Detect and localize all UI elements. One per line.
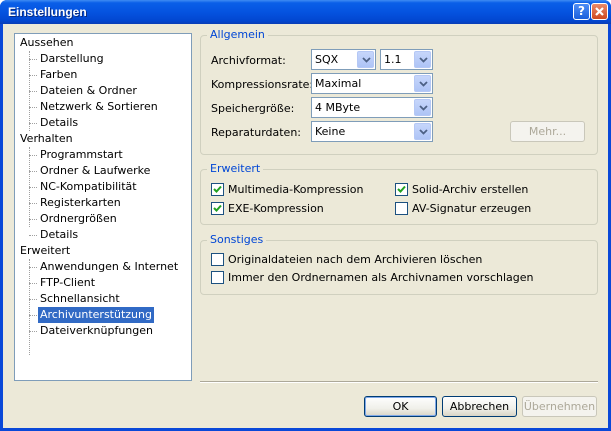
- kompression-select[interactable]: Maximal: [311, 73, 433, 94]
- settings-tree[interactable]: Aussehen Darstellung Farben Dateien & Or…: [14, 33, 192, 381]
- ok-button[interactable]: OK: [364, 396, 437, 417]
- group-allgemein-title: Allgemein: [207, 28, 268, 41]
- speicher-label: Speichergröße:: [211, 102, 295, 115]
- solid-checkbox[interactable]: [395, 183, 408, 196]
- window-title: Einstellungen: [8, 5, 87, 19]
- version-select[interactable]: 1.1: [380, 49, 433, 70]
- tree-item-anwendungen-internet[interactable]: Anwendungen & Internet: [38, 259, 180, 275]
- group-sonstiges: Sonstiges: [200, 233, 598, 295]
- help-button[interactable]: ?: [573, 3, 590, 20]
- title-bar[interactable]: Einstellungen ?: [0, 0, 611, 24]
- chevron-down-icon[interactable]: [357, 51, 374, 68]
- tree-item-erweitert[interactable]: Erweitert: [18, 243, 72, 259]
- ordnername-checkbox[interactable]: [211, 271, 224, 284]
- speicher-select[interactable]: 4 MByte: [311, 97, 433, 118]
- speicher-value: 4 MByte: [315, 101, 361, 114]
- tree-item-registerkarten[interactable]: Registerkarten: [38, 195, 123, 211]
- tree-item-ordner-laufwerke[interactable]: Ordner & Laufwerke: [38, 163, 152, 179]
- chevron-down-icon[interactable]: [414, 51, 431, 68]
- solid-label[interactable]: Solid-Archiv erstellen: [412, 183, 528, 196]
- tree-item-programmstart[interactable]: Programmstart: [38, 147, 125, 163]
- loeschen-label[interactable]: Originaldateien nach dem Archivieren lös…: [228, 253, 482, 266]
- tree-item-aussehen[interactable]: Aussehen: [18, 35, 75, 51]
- chevron-down-icon[interactable]: [414, 123, 431, 140]
- checkmark-icon: [213, 185, 222, 193]
- kompression-label: Kompressionsrate:: [211, 78, 314, 91]
- tree-item-details-verhalten[interactable]: Details: [38, 227, 80, 243]
- chevron-down-icon[interactable]: [414, 75, 431, 92]
- tree-item-nc-kompatibilitaet[interactable]: NC-Kompatibilität: [38, 179, 139, 195]
- group-sonstiges-title: Sonstiges: [207, 233, 267, 246]
- exe-checkbox[interactable]: [211, 202, 224, 215]
- tree-item-details-aussehen[interactable]: Details: [38, 115, 80, 131]
- ordnername-label[interactable]: Immer den Ordnernamen als Archivnamen vo…: [228, 271, 534, 284]
- tree-item-farben[interactable]: Farben: [38, 67, 79, 83]
- archivformat-value: SQX: [315, 53, 339, 66]
- tree-item-dateien-ordner[interactable]: Dateien & Ordner: [38, 83, 139, 99]
- tree-item-netzwerk-sortieren[interactable]: Netzwerk & Sortieren: [38, 99, 160, 115]
- close-button[interactable]: [591, 3, 608, 20]
- tree-item-ordnergroessen[interactable]: Ordnergrößen: [38, 211, 119, 227]
- tree-item-archivunterstuetzung[interactable]: Archivunterstützung: [38, 307, 154, 323]
- dialog-window: Einstellungen ? Aussehen Darstellung Far…: [0, 0, 611, 431]
- reparatur-value: Keine: [315, 125, 346, 138]
- kompression-value: Maximal: [315, 77, 362, 90]
- archivformat-label: Archivformat:: [211, 54, 286, 67]
- checkmark-icon: [397, 185, 406, 193]
- av-label[interactable]: AV-Signatur erzeugen: [412, 202, 531, 215]
- archivformat-select[interactable]: SQX: [311, 49, 376, 70]
- chevron-down-icon[interactable]: [414, 99, 431, 116]
- tree-item-schnellansicht[interactable]: Schnellansicht: [38, 291, 122, 307]
- group-erweitert: Erweitert: [200, 162, 598, 225]
- av-checkbox[interactable]: [395, 202, 408, 215]
- multimedia-label[interactable]: Multimedia-Kompression: [228, 183, 363, 196]
- close-icon: [595, 7, 604, 16]
- mehr-button[interactable]: Mehr...: [510, 121, 585, 142]
- version-value: 1.1: [384, 53, 402, 66]
- tree-item-darstellung[interactable]: Darstellung: [38, 51, 106, 67]
- group-erweitert-title: Erweitert: [207, 162, 264, 175]
- abbrechen-button[interactable]: Abbrechen: [442, 396, 517, 417]
- tree-item-verhalten[interactable]: Verhalten: [18, 131, 75, 147]
- loeschen-checkbox[interactable]: [211, 253, 224, 266]
- footer-separator: [200, 381, 598, 383]
- exe-label[interactable]: EXE-Kompression: [228, 202, 324, 215]
- reparatur-label: Reparaturdaten:: [211, 126, 301, 139]
- tree-item-dateiverknuepfungen[interactable]: Dateiverknüpfungen: [38, 323, 155, 339]
- multimedia-checkbox[interactable]: [211, 183, 224, 196]
- uebernehmen-button[interactable]: Übernehmen: [522, 396, 597, 417]
- reparatur-select[interactable]: Keine: [311, 121, 433, 142]
- dialog-client-area: Aussehen Darstellung Farben Dateien & Or…: [3, 24, 608, 428]
- tree-item-ftp-client[interactable]: FTP-Client: [38, 275, 97, 291]
- checkmark-icon: [213, 204, 222, 212]
